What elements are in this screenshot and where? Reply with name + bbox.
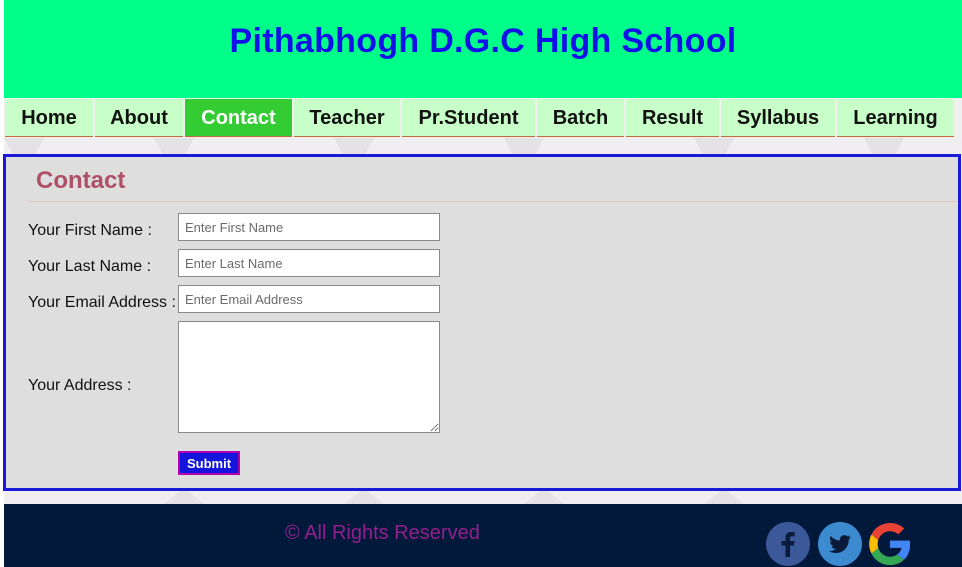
nav-item-learning[interactable]: Learning (837, 99, 954, 137)
nav-item-about[interactable]: About (95, 99, 183, 137)
title-divider (28, 201, 958, 202)
copyright-text: © All Rights Reserved (285, 522, 480, 544)
submit-button[interactable]: Submit (178, 451, 240, 475)
nav-item-pr-student[interactable]: Pr.Student (402, 99, 535, 137)
contact-title: Contact (36, 167, 126, 194)
nav-item-result[interactable]: Result (626, 99, 719, 137)
address-label: Your Address : (28, 377, 132, 394)
last-name-input[interactable] (178, 249, 440, 277)
nav-item-contact[interactable]: Contact (185, 99, 292, 137)
google-icon[interactable] (868, 522, 912, 566)
contact-panel: Contact Your First Name : Your Last Name… (3, 154, 961, 491)
facebook-icon[interactable] (766, 522, 810, 566)
nav-item-batch[interactable]: Batch (537, 99, 624, 137)
first-name-input[interactable] (178, 213, 440, 241)
twitter-icon[interactable] (818, 522, 862, 566)
address-textarea[interactable] (178, 321, 440, 433)
email-input[interactable] (178, 285, 440, 313)
site-header: Pithabhogh D.G.C High School (4, 0, 962, 98)
nav-item-home[interactable]: Home (5, 99, 93, 137)
site-title: Pithabhogh D.G.C High School (229, 22, 737, 60)
first-name-label: Your First Name : (28, 222, 152, 239)
nav-item-teacher[interactable]: Teacher (294, 99, 400, 137)
site-footer: © All Rights Reserved (4, 504, 962, 567)
main-nav: Home About Contact Teacher Pr.Student Ba… (4, 98, 962, 138)
email-label: Your Email Address : (28, 294, 176, 311)
last-name-label: Your Last Name : (28, 258, 152, 275)
nav-item-syllabus[interactable]: Syllabus (721, 99, 835, 137)
